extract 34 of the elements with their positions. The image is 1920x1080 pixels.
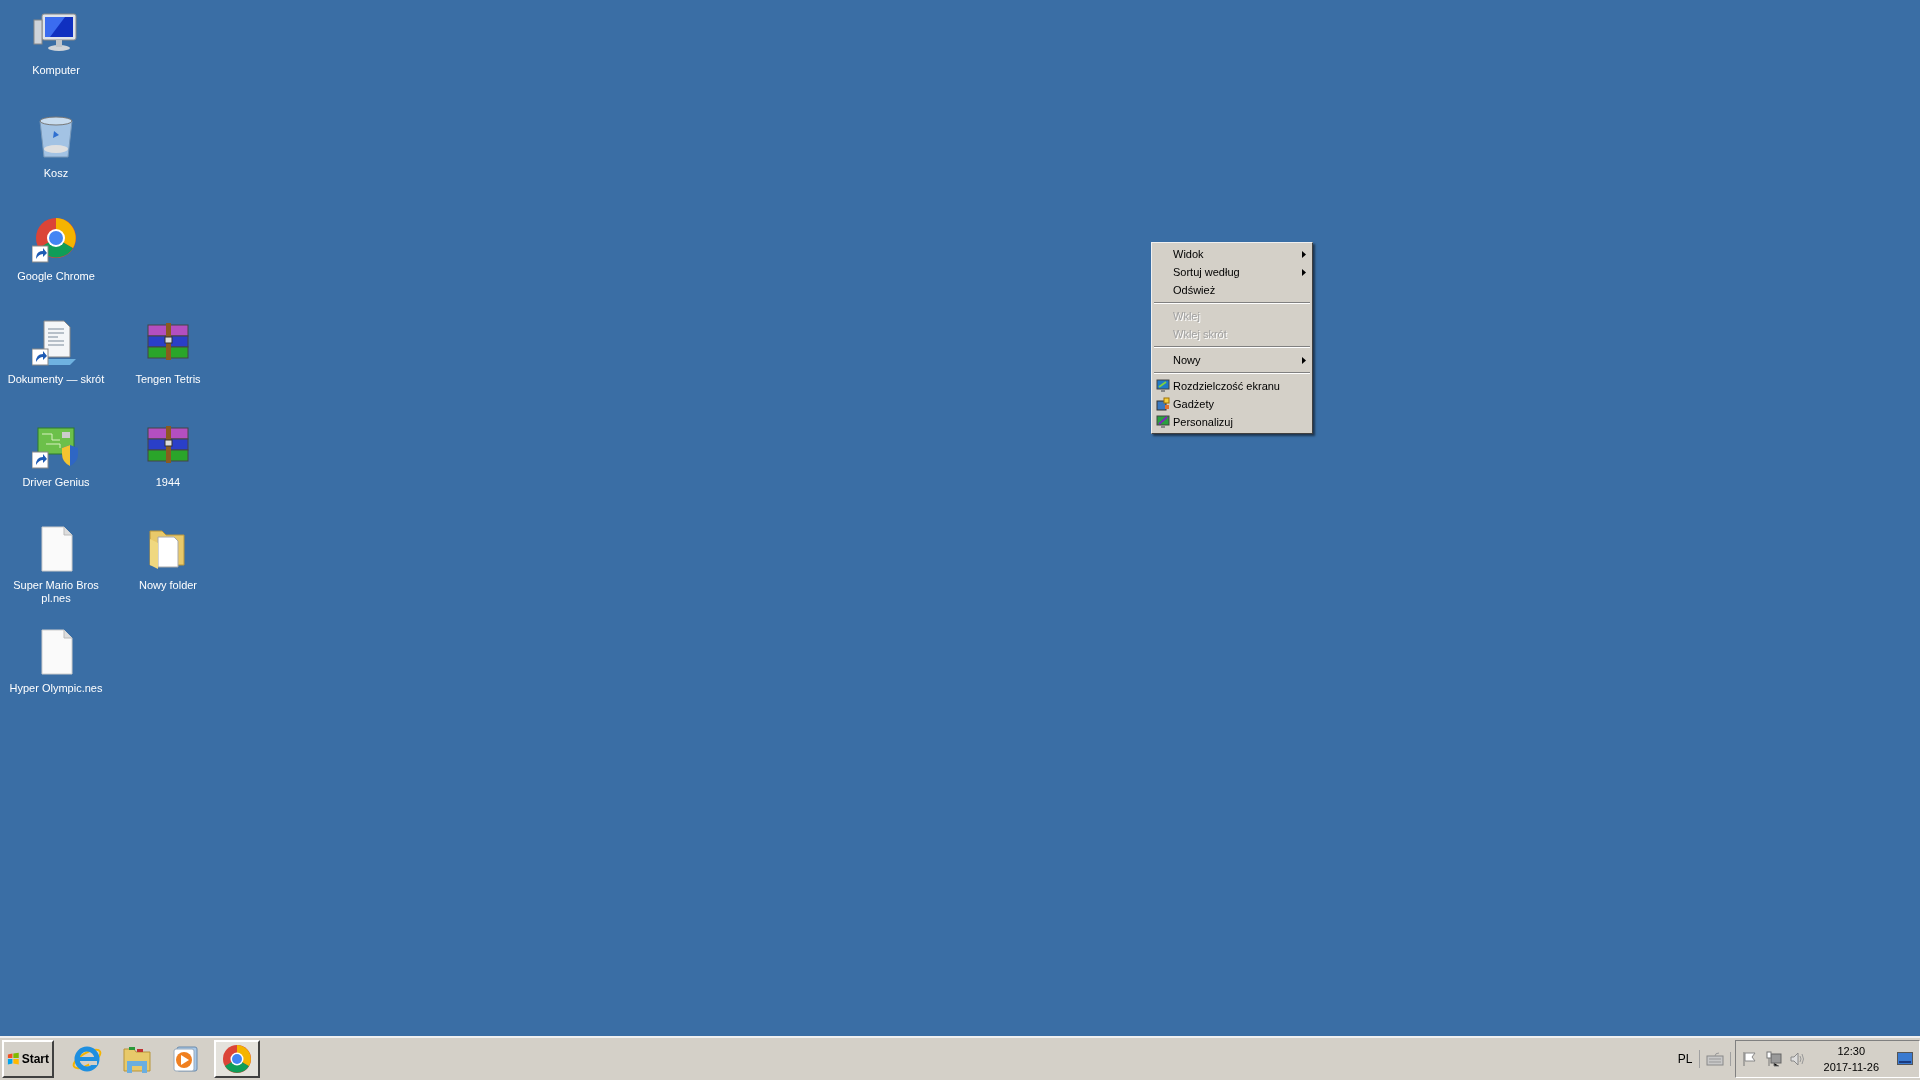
- desktop-icon-label[interactable]: Komputer: [1, 64, 111, 77]
- desktop-icon-label[interactable]: Hyper Olympic.nes: [1, 682, 111, 695]
- menu-item[interactable]: Sortuj według: [1173, 263, 1302, 281]
- taskbar-app-button[interactable]: [214, 1040, 260, 1078]
- menu-item[interactable]: Nowy: [1173, 351, 1302, 369]
- network-icon[interactable]: [1765, 1051, 1782, 1067]
- menu-item[interactable]: Widok: [1173, 245, 1302, 263]
- submenu-arrow-icon: [1302, 268, 1306, 276]
- chrome-icon: [221, 1043, 253, 1075]
- menu-item[interactable]: Odśwież: [1173, 281, 1306, 299]
- desktop-icon-label[interactable]: Super Mario Bros pl.nes: [1, 579, 111, 605]
- show-desktop-icon[interactable]: [1897, 1052, 1913, 1066]
- submenu-arrow-icon: [1302, 250, 1306, 258]
- gadgets-icon: [1156, 397, 1170, 411]
- monitor-icon: [1156, 379, 1170, 393]
- start-button[interactable]: Start: [2, 1040, 54, 1078]
- menu-item[interactable]: Gadżety: [1173, 395, 1306, 413]
- desktop-icon-label[interactable]: Dokumenty — skrót: [1, 373, 111, 386]
- language-indicator[interactable]: PL: [1671, 1050, 1700, 1068]
- clock-date[interactable]: 2017-11-26: [1823, 1059, 1879, 1075]
- windows-logo-icon: [7, 1052, 20, 1066]
- flag-icon[interactable]: [1741, 1051, 1758, 1067]
- clock-time[interactable]: 12:30: [1837, 1043, 1866, 1059]
- submenu-arrow-icon: [1302, 356, 1306, 364]
- desktop-icon-label[interactable]: Tengen Tetris: [113, 373, 223, 386]
- desktop-icon-label[interactable]: Nowy folder: [113, 579, 223, 592]
- menu-item[interactable]: Personalizuj: [1173, 413, 1306, 431]
- desktop-icon-label[interactable]: 1944: [113, 476, 223, 489]
- menu-item[interactable]: Rozdzielczość ekranu: [1173, 377, 1306, 395]
- desktop-icon-label[interactable]: Kosz: [1, 167, 111, 180]
- desktop-icon-label[interactable]: Driver Genius: [1, 476, 111, 489]
- personalize-icon: [1156, 415, 1170, 429]
- desktop-icon-label[interactable]: Google Chrome: [1, 270, 111, 283]
- speaker-icon[interactable]: [1789, 1051, 1806, 1067]
